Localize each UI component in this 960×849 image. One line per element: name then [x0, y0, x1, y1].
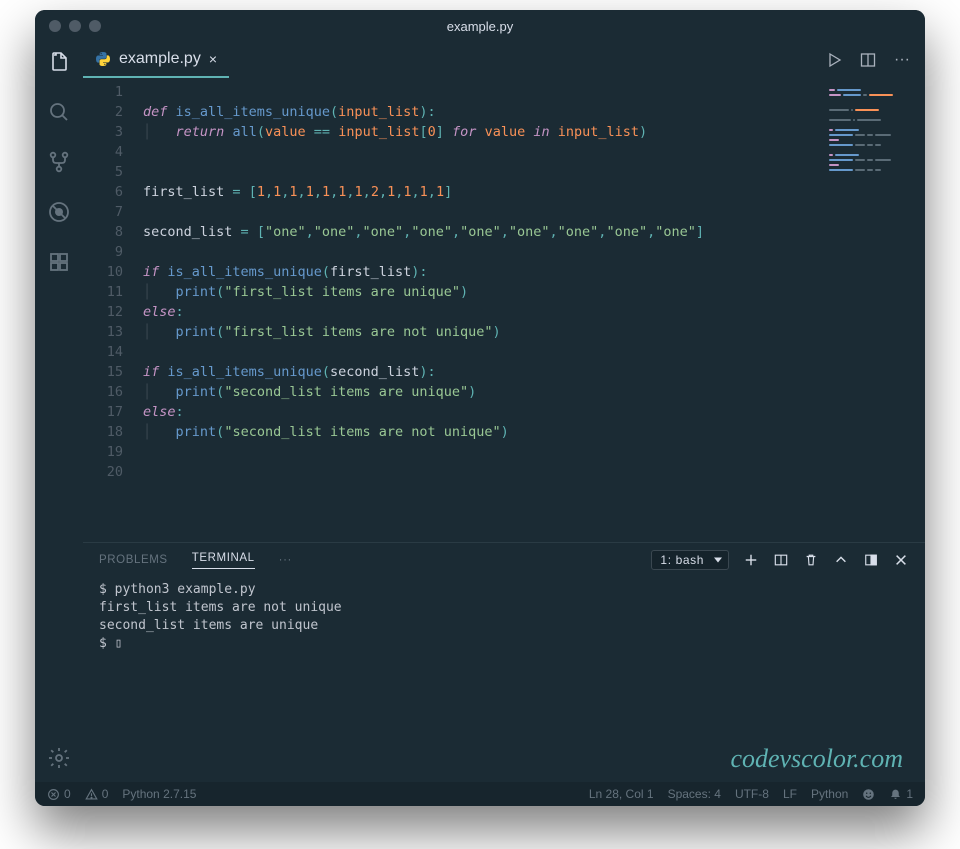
more-actions-icon[interactable]: ··· [893, 51, 911, 69]
window-title: example.py [35, 19, 925, 34]
settings-gear-icon[interactable] [45, 744, 73, 772]
activity-bar [35, 42, 83, 782]
debug-icon[interactable] [45, 198, 73, 226]
trash-terminal-icon[interactable] [803, 552, 819, 568]
tab-label: example.py [119, 50, 201, 68]
status-eol[interactable]: LF [783, 787, 797, 801]
status-language[interactable]: Python [811, 787, 848, 801]
editor-window: example.py [35, 10, 925, 806]
split-terminal-icon[interactable] [773, 552, 789, 568]
panel-tab-problems[interactable]: PROBLEMS [99, 554, 168, 566]
code-editor[interactable]: 1 2 3 4 5 6 7 8 9 10 11 12 13 14 15 16 1… [83, 78, 925, 542]
run-button[interactable] [825, 51, 843, 69]
titlebar: example.py [35, 10, 925, 42]
terminal-selector[interactable]: 1: bash [651, 550, 729, 570]
status-errors[interactable]: 0 [47, 787, 71, 801]
panel-tab-terminal[interactable]: TERMINAL [192, 552, 255, 569]
python-file-icon [95, 51, 111, 67]
status-spaces[interactable]: Spaces: 4 [668, 787, 721, 801]
status-cursor[interactable]: Ln 28, Col 1 [589, 787, 654, 801]
status-feedback-icon[interactable] [862, 788, 875, 801]
status-python-version[interactable]: Python 2.7.15 [122, 787, 196, 801]
bottom-panel: PROBLEMS TERMINAL ··· 1: bash $ python3 … [83, 542, 925, 782]
tab-example-py[interactable]: example.py × [83, 42, 229, 78]
split-editor-icon[interactable] [859, 51, 877, 69]
tab-close-icon[interactable]: × [209, 51, 217, 67]
source-control-icon[interactable] [45, 148, 73, 176]
status-encoding[interactable]: UTF-8 [735, 787, 769, 801]
code-content[interactable]: def is_all_items_unique(input_list): │ r… [143, 78, 925, 542]
panel-tab-more-icon[interactable]: ··· [279, 554, 292, 566]
line-numbers: 1 2 3 4 5 6 7 8 9 10 11 12 13 14 15 16 1… [83, 78, 143, 542]
watermark: codevscolor.com [730, 744, 903, 774]
maximize-panel-icon[interactable] [863, 552, 879, 568]
new-terminal-icon[interactable] [743, 552, 759, 568]
close-panel-icon[interactable] [893, 552, 909, 568]
extensions-icon[interactable] [45, 248, 73, 276]
status-bar: 0 0 Python 2.7.15 Ln 28, Col 1 Spaces: 4… [35, 782, 925, 806]
status-notifications[interactable]: 1 [889, 787, 913, 801]
explorer-icon[interactable] [45, 48, 73, 76]
status-warnings[interactable]: 0 [85, 787, 109, 801]
tab-bar: example.py × ··· [83, 42, 925, 78]
search-icon[interactable] [45, 98, 73, 126]
chevron-up-icon[interactable] [833, 552, 849, 568]
